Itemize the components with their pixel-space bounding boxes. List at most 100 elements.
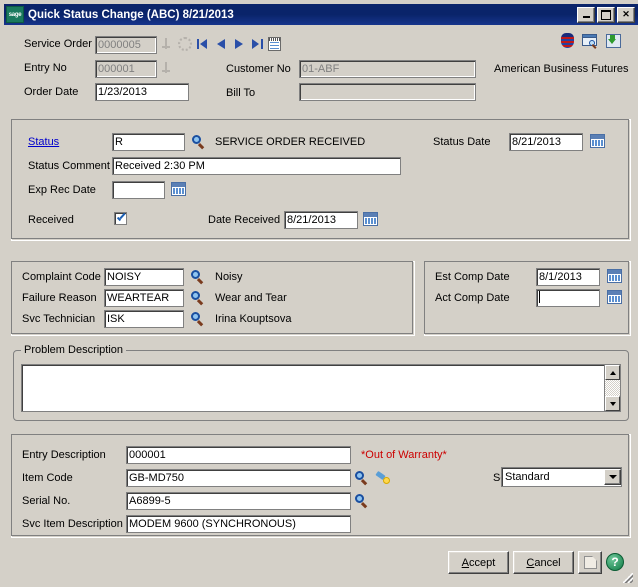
complaint-panel: Complaint Code NOISY Noisy Failure Reaso… [11, 261, 415, 336]
service-type-value: Standard [505, 471, 550, 483]
cancel-button[interactable]: Cancel [513, 551, 574, 574]
scroll-up-button[interactable] [605, 365, 620, 380]
item-code-flashlight-icon[interactable] [375, 471, 391, 485]
resize-grip[interactable] [623, 573, 633, 583]
scrollbar-track[interactable] [605, 380, 620, 396]
failure-reason-label: Failure Reason [22, 292, 97, 304]
customer-badge-icon[interactable] [559, 33, 576, 49]
date-received-label: Date Received [208, 214, 281, 226]
failure-reason-field[interactable]: WEARTEAR [104, 289, 184, 307]
status-date-label: Status Date [433, 136, 491, 148]
first-record-button[interactable] [196, 37, 210, 51]
clear-icon[interactable] [160, 37, 174, 51]
act-comp-date-calendar-icon[interactable] [607, 290, 622, 304]
received-checkbox[interactable] [114, 212, 127, 225]
date-received-calendar-icon[interactable] [363, 212, 378, 226]
complaint-code-description: Noisy [215, 271, 243, 283]
status-field[interactable]: R [112, 133, 185, 151]
close-icon: ✕ [622, 9, 630, 19]
date-received-field[interactable]: 8/21/2013 [284, 211, 358, 229]
title-bar: sage Quick Status Change (ABC) 8/21/2013… [4, 4, 638, 25]
received-label: Received [28, 214, 74, 226]
sage-logo-text: sage [8, 11, 22, 18]
entry-no-field[interactable]: 000001 [95, 60, 157, 78]
status-comment-label: Status Comment [28, 160, 110, 172]
item-panel: Entry Description 000001 *Out of Warrant… [11, 434, 631, 538]
drill-down-icon[interactable] [605, 33, 622, 49]
order-date-label: Order Date [24, 86, 79, 98]
problem-description-scrollbar[interactable] [604, 365, 620, 411]
accept-button[interactable]: Accept [448, 551, 509, 574]
bill-to-field[interactable] [299, 83, 476, 101]
item-code-lookup-icon[interactable] [355, 471, 370, 485]
problem-description-value [22, 365, 620, 369]
entry-no-row: Entry No [24, 62, 67, 74]
item-code-label: Item Code [22, 472, 73, 484]
inquiry-window-icon[interactable] [582, 33, 599, 49]
entry-description-field[interactable]: 000001 [126, 446, 351, 464]
minimize-button[interactable] [577, 6, 595, 23]
status-panel: Status R SERVICE ORDER RECEIVED Status D… [11, 119, 631, 241]
scroll-down-button[interactable] [605, 396, 620, 411]
service-order-field[interactable]: 0000005 [95, 36, 157, 54]
failure-reason-lookup-icon[interactable] [191, 291, 206, 305]
serial-no-label: Serial No. [22, 495, 71, 507]
exp-rec-date-label: Exp Rec Date [28, 184, 96, 196]
est-comp-date-label: Est Comp Date [435, 271, 510, 283]
previous-record-button[interactable] [214, 37, 228, 51]
comp-date-panel: Est Comp Date 8/1/2013 Act Comp Date [424, 261, 631, 336]
exp-rec-date-field[interactable] [112, 181, 165, 199]
text-caret [539, 291, 540, 303]
act-comp-date-label: Act Comp Date [435, 292, 510, 304]
order-date-row: Order Date [24, 86, 78, 98]
accept-button-label: Accept [461, 556, 496, 569]
status-lookup-icon[interactable] [192, 135, 207, 149]
close-button[interactable]: ✕ [617, 6, 635, 23]
quick-status-change-window: sage Quick Status Change (ABC) 8/21/2013… [0, 0, 638, 587]
customer-no-field[interactable]: 01-ABF [299, 60, 476, 78]
print-preview-icon [583, 556, 597, 569]
last-record-button[interactable] [250, 37, 264, 51]
help-icon: ? [606, 553, 624, 571]
serial-no-field[interactable]: A6899-5 [126, 492, 351, 510]
complaint-code-field[interactable]: NOISY [104, 268, 184, 286]
warranty-note: *Out of Warranty* [361, 449, 447, 461]
problem-description-textarea[interactable] [21, 364, 621, 412]
chevron-down-icon[interactable] [604, 469, 621, 485]
next-record-button[interactable] [232, 37, 246, 51]
help-button[interactable]: ? [606, 553, 624, 571]
sage-logo-icon: sage [6, 6, 24, 23]
entry-no-clear-icon[interactable] [160, 61, 174, 75]
act-comp-date-field[interactable] [536, 289, 600, 307]
svc-item-description-label: Svc Item Description [22, 518, 123, 530]
est-comp-date-field[interactable]: 8/1/2013 [536, 268, 600, 286]
customer-name-text: American Business Futures [494, 63, 629, 75]
status-description: SERVICE ORDER RECEIVED [215, 136, 366, 148]
order-date-field[interactable]: 1/23/2013 [95, 83, 189, 101]
service-order-row: Service Order [24, 38, 92, 50]
exp-rec-date-calendar-icon[interactable] [171, 182, 186, 196]
status-date-field[interactable]: 8/21/2013 [509, 133, 583, 151]
status-date-calendar-icon[interactable] [590, 134, 605, 148]
print-preview-button[interactable] [578, 551, 602, 574]
complaint-code-lookup-icon[interactable] [191, 270, 206, 284]
svc-item-description-field[interactable]: MODEM 9600 (SYNCHRONOUS) [126, 515, 351, 533]
svc-technician-label: Svc Technician [22, 313, 96, 325]
problem-description-label: Problem Description [21, 344, 127, 356]
window-controls: ✕ [577, 6, 636, 23]
est-comp-date-calendar-icon[interactable] [607, 269, 622, 283]
svc-technician-field[interactable]: ISK [104, 310, 184, 328]
service-order-nav [160, 37, 281, 51]
status-comment-field[interactable]: Received 2:30 PM [112, 157, 401, 175]
status-link[interactable]: Status [28, 136, 59, 148]
svc-technician-description: Irina Kouptsova [215, 313, 292, 325]
svc-technician-lookup-icon[interactable] [191, 312, 206, 326]
maximize-button[interactable] [597, 6, 615, 23]
refresh-icon[interactable] [178, 37, 192, 51]
serial-no-lookup-icon[interactable] [355, 494, 370, 508]
service-order-label: Service Order [24, 38, 92, 50]
entry-description-label: Entry Description [22, 449, 106, 461]
memo-icon[interactable] [268, 37, 281, 51]
item-code-field[interactable]: GB-MD750 [126, 469, 351, 487]
service-type-dropdown[interactable]: Standard [501, 467, 622, 487]
